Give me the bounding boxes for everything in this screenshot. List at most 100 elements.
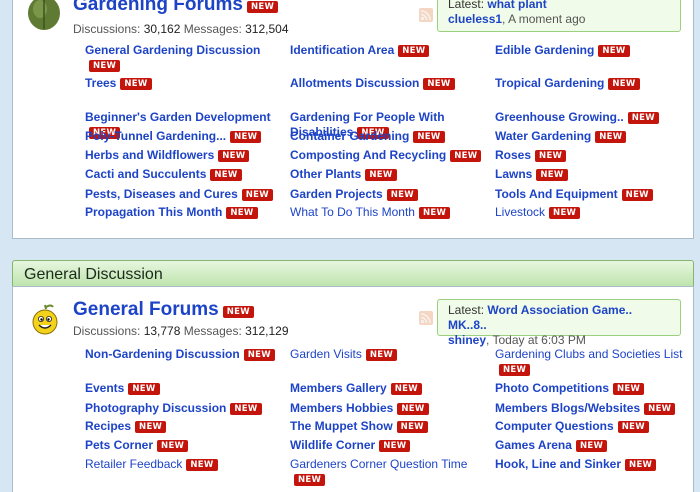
rss-feed-icon[interactable] (419, 311, 433, 325)
subforum-label: Herbs and Wildflowers (85, 148, 215, 162)
subforum-label: Tropical Gardening (495, 76, 605, 90)
subforum-label: Pets Corner (85, 438, 154, 452)
subforum-link-wildlife-corner[interactable]: Wildlife Corner NEW (290, 438, 485, 453)
forum-stats: Discussions: 30,162 Messages: 312,504 (73, 22, 289, 36)
subforum-link-herbs-and-wildflowers[interactable]: Herbs and Wildflowers NEW (85, 148, 280, 163)
new-badge: NEW (186, 459, 218, 471)
new-badge: NEW (230, 131, 262, 143)
subforum-link-composting-and-recycling[interactable]: Composting And Recycling NEW (290, 148, 485, 163)
new-badge: NEW (598, 45, 630, 57)
subforum-link-computer-questions[interactable]: Computer Questions NEW (495, 419, 690, 434)
subforum-link-roses[interactable]: Roses NEW (495, 148, 690, 163)
latest-user-link[interactable]: shiney (448, 333, 486, 347)
subforum-label: Greenhouse Growing.. (495, 110, 624, 124)
subforum-link-propagation-this-month[interactable]: Propagation This Month NEW (85, 205, 280, 220)
subforum-label: Members Hobbies (290, 401, 394, 415)
new-badge: NEW (595, 131, 627, 143)
subforum-label: Hook, Line and Sinker (495, 457, 622, 471)
new-badge: NEW (627, 112, 659, 124)
subforum-label: Photo Competitions (495, 381, 609, 395)
subforum-link-trees[interactable]: Trees NEW (85, 76, 280, 91)
subforum-label: Members Gallery (290, 381, 387, 395)
subforum-label: Wildlife Corner (290, 438, 376, 452)
subforum-link-the-muppet-show[interactable]: The Muppet Show NEW (290, 419, 485, 434)
new-badge: NEW (89, 60, 121, 72)
gardening-forums-panel: Gardening Forums NEW Discussions: 30,162 … (12, 0, 694, 239)
subforum-label: Other Plants (290, 167, 362, 181)
subforum-label: The Muppet Show (290, 419, 393, 433)
subforum-link-recipes[interactable]: Recipes NEW (85, 419, 280, 434)
new-badge: NEW (210, 169, 242, 181)
subforum-link-container-gardening[interactable]: Container Gardening NEW (290, 129, 485, 144)
subforum-link-water-gardening[interactable]: Water Gardening NEW (495, 129, 690, 144)
latest-label: Latest: (448, 0, 485, 11)
forum-stats: Discussions: 13,778 Messages: 312,129 (73, 324, 289, 338)
new-badge: NEW (608, 78, 640, 90)
subforum-link-identification-area[interactable]: Identification Area NEW (290, 43, 485, 58)
subforum-link-events[interactable]: Events NEW (85, 381, 280, 396)
new-badge: NEW (241, 189, 273, 201)
new-badge: NEW (413, 131, 445, 143)
latest-user-link[interactable]: clueless1 (448, 12, 502, 26)
new-badge: NEW (390, 383, 422, 395)
subforum-link-livestock[interactable]: Livestock NEW (495, 205, 690, 220)
subforum-link-tools-and-equipment[interactable]: Tools And Equipment NEW (495, 187, 690, 202)
subforum-link-greenhouse-growing[interactable]: Greenhouse Growing.. NEW (495, 110, 690, 125)
general-discussion-header[interactable]: General Discussion (12, 260, 694, 287)
subforum-link-photo-competitions[interactable]: Photo Competitions NEW (495, 381, 690, 396)
new-badge: NEW (365, 349, 398, 361)
subforum-label: Edible Gardening (495, 43, 595, 57)
subforum-label: General Gardening Discussion (85, 43, 261, 57)
new-badge: NEW (613, 383, 645, 395)
new-badge: NEW (418, 207, 451, 219)
subforum-label: Garden Projects (290, 187, 383, 201)
subforum-link-photography-discussion[interactable]: Photography Discussion NEW (85, 401, 280, 416)
general-forums-title[interactable]: General Forums NEW (73, 299, 254, 321)
rss-feed-icon[interactable] (419, 8, 433, 22)
subforum-link-games-arena[interactable]: Games Arena NEW (495, 438, 690, 453)
subforum-link-garden-visits[interactable]: Garden Visits NEW (290, 347, 485, 362)
subforum-link-retailer-feedback[interactable]: Retailer Feedback NEW (85, 457, 280, 472)
gardening-forums-title[interactable]: Gardening Forums NEW (73, 0, 279, 16)
subforum-link-poly-tunnel-gardening[interactable]: Poly-Tunnel Gardening... NEW (85, 129, 280, 144)
subforum-link-pets-corner[interactable]: Pets Corner NEW (85, 438, 280, 453)
subforum-label: Propagation This Month (85, 205, 223, 219)
subforum-link-tropical-gardening[interactable]: Tropical Gardening NEW (495, 76, 690, 91)
subforum-link-edible-gardening[interactable]: Edible Gardening NEW (495, 43, 690, 58)
subforum-link-cacti-and-succulents[interactable]: Cacti and Succulents NEW (85, 167, 280, 182)
new-badge: NEW (230, 403, 262, 415)
new-badge: NEW (379, 440, 411, 452)
subforum-link-members-gallery[interactable]: Members Gallery NEW (290, 381, 485, 396)
latest-label: Latest: (448, 303, 485, 317)
messages-label: Messages: (183, 324, 242, 338)
subforum-link-gardeners-corner-question-time[interactable]: Gardeners Corner Question Time NEW (290, 457, 485, 487)
subforum-link-pests-diseases-and-cures[interactable]: Pests, Diseases and Cures NEW (85, 187, 280, 202)
smiley-icon (31, 303, 59, 338)
new-badge: NEW (499, 364, 531, 376)
subforum-link-allotments-discussion[interactable]: Allotments Discussion NEW (290, 76, 485, 91)
subforum-link-general-gardening-discussion[interactable]: General Gardening Discussion NEW (85, 43, 280, 73)
new-badge: NEW (135, 421, 167, 433)
new-badge: NEW (386, 189, 418, 201)
new-badge: NEW (294, 474, 326, 486)
subforum-link-what-to-do-this-month[interactable]: What To Do This Month NEW (290, 205, 485, 220)
new-badge: NEW (423, 78, 455, 90)
general-forums-panel: General Forums NEW Discussions: 13,778 Me… (12, 286, 694, 492)
subforum-link-members-hobbies[interactable]: Members Hobbies NEW (290, 401, 485, 416)
new-badge: NEW (450, 150, 482, 162)
subforum-label: Lawns (495, 167, 533, 181)
latest-post-box: Latest: Word Association Game.. MK..8.. … (437, 299, 681, 347)
subforum-link-garden-projects[interactable]: Garden Projects NEW (290, 187, 485, 202)
latest-thread-link[interactable]: what plant (487, 0, 546, 11)
new-badge: NEW (226, 207, 258, 219)
subforum-link-lawns[interactable]: Lawns NEW (495, 167, 690, 182)
subforum-link-non-gardening-discussion[interactable]: Non-Gardening Discussion NEW (85, 347, 280, 362)
subforum-link-members-blogs-websites[interactable]: Members Blogs/Websites NEW (495, 401, 690, 416)
subforum-link-gardening-clubs-and-societies-list[interactable]: Gardening Clubs and Societies List NEW (495, 347, 690, 377)
subforum-link-hook-line-and-sinker[interactable]: Hook, Line and Sinker NEW (495, 457, 690, 472)
subforum-label: Beginner's Garden Development (85, 110, 271, 124)
subforum-label: Retailer Feedback (85, 457, 183, 471)
new-badge: NEW (549, 207, 581, 219)
subforum-link-other-plants[interactable]: Other Plants NEW (290, 167, 485, 182)
new-badge: NEW (621, 189, 653, 201)
